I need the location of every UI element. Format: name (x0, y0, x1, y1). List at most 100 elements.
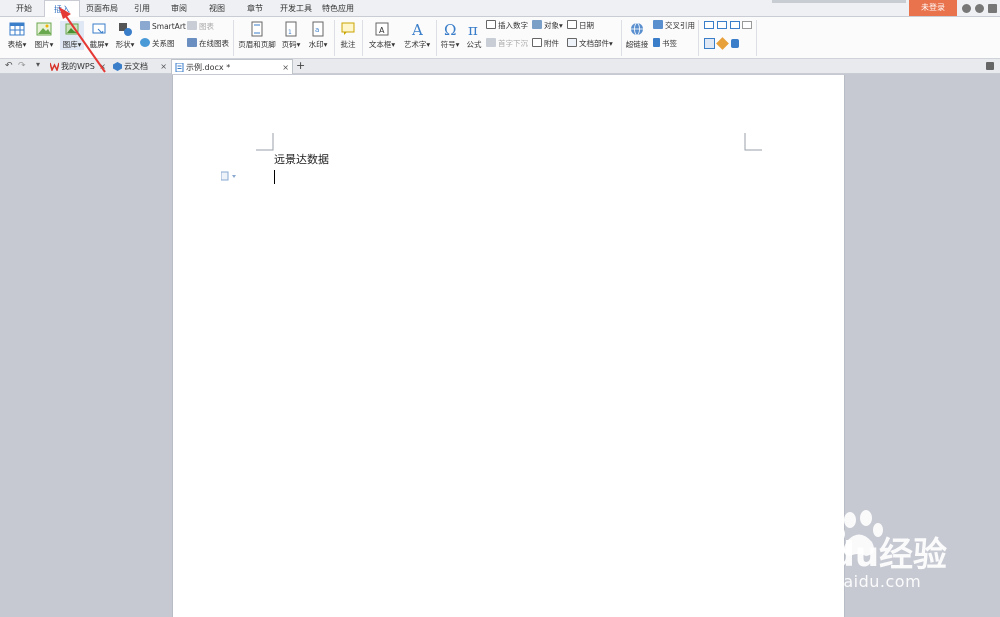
tab-review[interactable]: 审阅 (162, 0, 196, 17)
page-number-button[interactable]: 1 页码▾ (280, 21, 302, 50)
globe-link-icon (631, 22, 643, 36)
document-tab-bar: ↶ ↷ ▾ 我的WPS × 云文档 × 示例.docx * × + (0, 59, 1000, 74)
doc-parts-icon (567, 38, 577, 47)
symbol-button[interactable]: Ω 符号▾ (439, 21, 461, 50)
svg-text:1: 1 (288, 29, 292, 36)
ribbon-separator (436, 20, 437, 56)
design-mode-icon[interactable] (704, 38, 715, 49)
tab-references[interactable]: 引用 (126, 0, 158, 17)
object-button[interactable]: 对象▾ (532, 20, 563, 32)
page-number-icon: 1 (285, 21, 297, 37)
tab-cloud-docs[interactable]: 云文档 × (110, 59, 170, 74)
tab-special-apps[interactable]: 特色应用 (318, 0, 358, 17)
tab-example-docx[interactable]: 示例.docx * × (171, 59, 293, 74)
header-footer-icon (251, 21, 263, 37)
document-paragraph[interactable]: 远景达数据 (274, 151, 329, 167)
watermark-brand-text: Baidu经验 (770, 535, 947, 575)
attachment-button[interactable]: 附件 (532, 38, 559, 50)
omega-icon: Ω (444, 21, 456, 37)
document-icon (175, 63, 184, 72)
annotation-arrow (59, 7, 106, 73)
svg-text:Ω: Ω (444, 21, 456, 37)
table-button[interactable]: 表格▾ (6, 21, 28, 50)
search-strip (772, 0, 906, 3)
date-button[interactable]: 日期 (567, 20, 594, 32)
menu-more-icon[interactable] (988, 4, 997, 13)
textbox-button[interactable]: A 文本框▾ (367, 21, 397, 50)
form-textbox-icon[interactable] (704, 21, 714, 29)
dropcap-button[interactable]: 首字下沉 (486, 38, 528, 50)
online-chart-button[interactable]: 在线图表 (187, 38, 229, 50)
comment-button[interactable]: 批注 (338, 21, 358, 50)
quick-access-dropdown-icon[interactable]: ▾ (36, 60, 40, 69)
shape-icon (119, 23, 132, 36)
pi-icon: π (468, 21, 478, 37)
textbox-icon: A (375, 22, 389, 36)
table-icon (9, 22, 25, 36)
form-frame-icon[interactable] (742, 21, 752, 29)
tab-developer[interactable]: 开发工具 (276, 0, 316, 17)
picture-icon (36, 22, 52, 36)
number-icon (486, 20, 496, 29)
ribbon-separator (756, 20, 757, 56)
insert-number-button[interactable]: 插入数字 (486, 20, 528, 32)
eraser-icon[interactable] (716, 37, 729, 50)
undo-icon[interactable]: ↶ (5, 61, 13, 71)
ribbon-insert: 表格▾ 图片▾ 图库▾ 截屏▾ 形状▾ SmartArt 图表 关系图 在线图表… (0, 17, 1000, 59)
cross-reference-icon (653, 20, 663, 29)
document-page[interactable]: 远景达数据 (172, 75, 845, 617)
settings-icon[interactable] (975, 4, 984, 13)
new-tab-plus-icon[interactable]: + (296, 59, 305, 72)
hyperlink-button[interactable]: 超链接 (625, 21, 649, 50)
lock-icon[interactable] (731, 39, 739, 48)
object-icon (532, 20, 542, 29)
comment-icon (341, 22, 355, 35)
redo-icon[interactable]: ↷ (18, 61, 26, 71)
margin-corner-top-left (256, 133, 274, 151)
tab-chapter[interactable]: 章节 (238, 0, 272, 17)
close-icon[interactable]: × (282, 60, 289, 75)
online-chart-icon (187, 38, 197, 47)
calendar-icon (567, 20, 577, 29)
ribbon-separator (334, 20, 335, 56)
dropcap-icon (486, 38, 496, 47)
smartart-icon (140, 21, 150, 30)
tab-view[interactable]: 视图 (200, 0, 234, 17)
svg-text:a: a (315, 26, 319, 34)
smartart-button[interactable]: SmartArt (140, 21, 186, 33)
skin-icon[interactable] (962, 4, 971, 13)
margin-corner-top-right (744, 133, 762, 151)
watermark-icon: a (312, 21, 324, 37)
formula-button[interactable]: π 公式 (464, 21, 484, 50)
tab-home[interactable]: 开始 (6, 0, 42, 17)
ribbon-separator (362, 20, 363, 56)
ribbon-separator (621, 20, 622, 56)
menu-bar: 开始 插入 页面布局 引用 审阅 视图 章节 开发工具 特色应用 未登录 (0, 0, 1000, 18)
tab-menu-icon[interactable] (986, 62, 994, 70)
text-cursor (274, 170, 275, 184)
header-footer-button[interactable]: 页眉和页脚 (238, 21, 276, 50)
bookmark-button[interactable]: 书签 (653, 38, 677, 50)
wordart-button[interactable]: A 艺术字▾ (402, 21, 432, 50)
ribbon-separator (233, 20, 234, 56)
bookmark-icon (653, 38, 660, 47)
close-icon[interactable]: × (160, 59, 167, 74)
svg-text:A: A (411, 21, 423, 37)
form-checkbox-icon[interactable] (717, 21, 727, 29)
ribbon-separator (698, 20, 699, 56)
chart-icon (187, 21, 197, 30)
relation-chart-button[interactable]: 关系图 (140, 38, 175, 50)
paragraph-layout-icon[interactable] (221, 171, 237, 181)
svg-text:A: A (379, 26, 385, 35)
chart-button[interactable]: 图表 (187, 21, 214, 33)
cross-reference-button[interactable]: 交叉引用 (653, 20, 695, 32)
doc-parts-button[interactable]: 文档部件▾ (567, 38, 613, 50)
shape-button[interactable]: 形状▾ (114, 21, 136, 50)
paperclip-icon (532, 38, 542, 47)
relation-icon (140, 38, 150, 47)
wordart-icon: A (411, 21, 423, 37)
watermark-button[interactable]: a 水印▾ (307, 21, 329, 50)
form-dropdown-icon[interactable] (730, 21, 740, 29)
picture-button[interactable]: 图片▾ (32, 21, 56, 50)
login-button[interactable]: 未登录 (909, 0, 957, 16)
